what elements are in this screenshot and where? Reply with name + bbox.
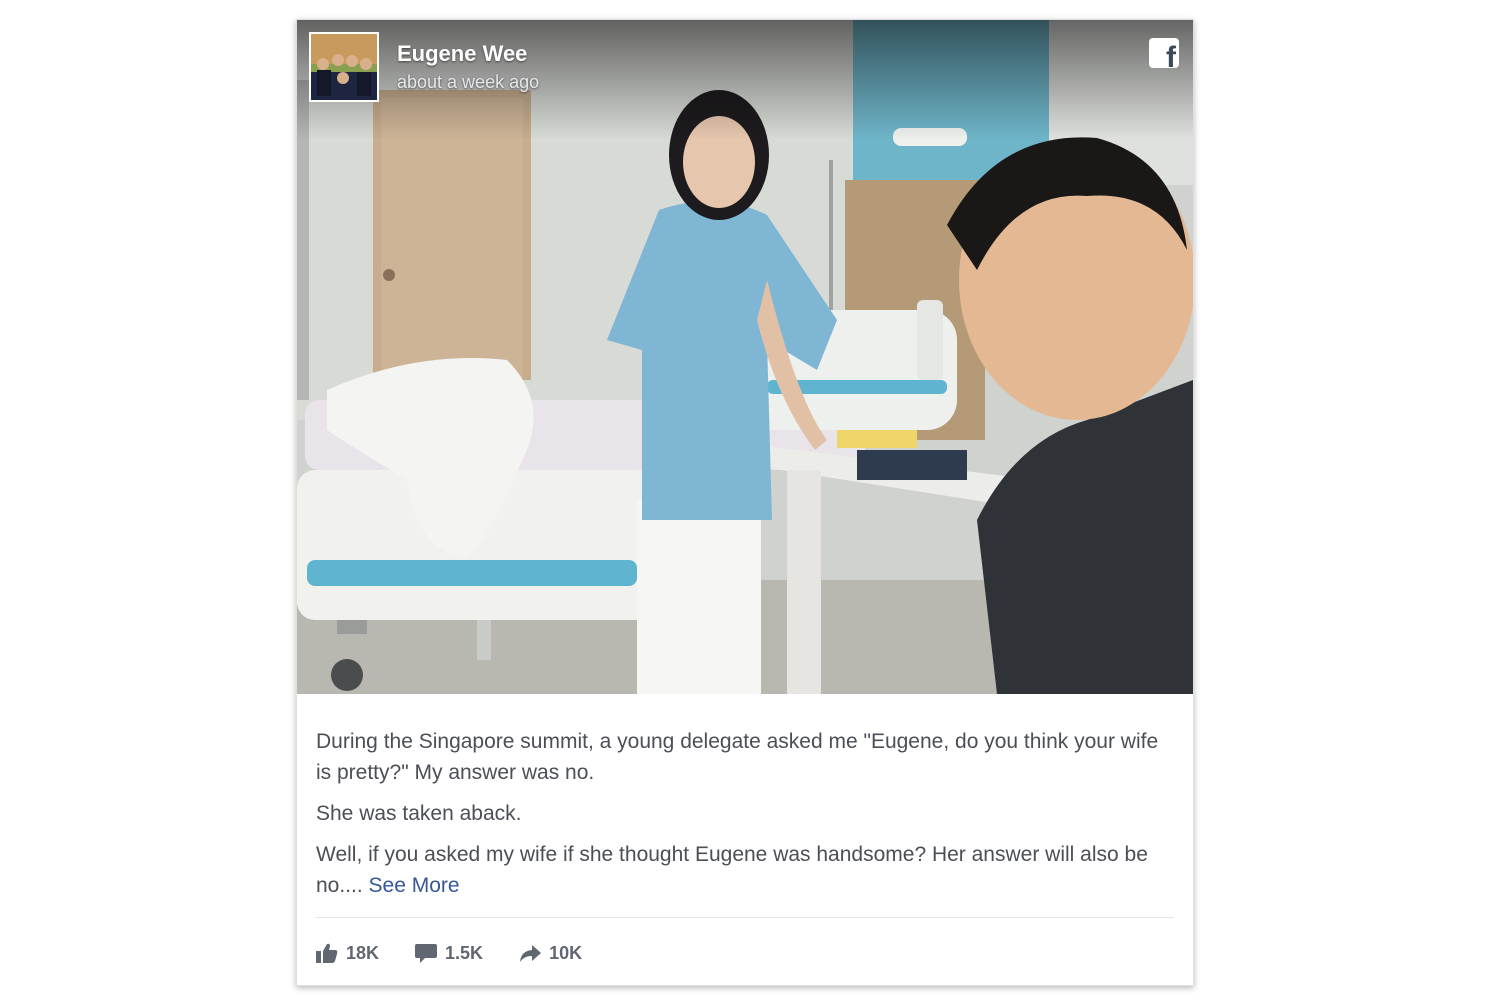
share-count: 10K [549,942,583,963]
comment-stat[interactable]: 1.5K [415,943,483,964]
engagement-stats: 18K 1.5K 10K [316,938,618,968]
post-photo[interactable]: Eugene Wee about a week ago f [297,20,1193,694]
facebook-icon[interactable]: f [1149,38,1179,68]
share-icon [520,945,542,962]
post-paragraph-3: Well, if you asked my wife if she though… [316,839,1176,901]
stats-divider [316,917,1174,918]
comment-count: 1.5K [445,942,484,963]
post-card: Eugene Wee about a week ago f During the… [296,19,1194,986]
post-text: During the Singapore summit, a young del… [316,726,1176,911]
post-paragraph-2: She was taken aback. [316,802,522,825]
like-stat[interactable]: 18K [316,943,379,964]
author-name[interactable]: Eugene Wee [397,41,527,67]
avatar-image [311,34,377,100]
post-timestamp[interactable]: about a week ago [397,72,539,93]
see-more-link[interactable]: See More [369,874,460,897]
share-stat[interactable]: 10K [519,943,582,964]
post-paragraph-1: During the Singapore summit, a young del… [316,730,1159,784]
comment-icon [415,944,438,963]
author-avatar[interactable] [309,32,379,102]
thumbs-up-icon [316,943,338,963]
like-count: 18K [346,942,380,963]
